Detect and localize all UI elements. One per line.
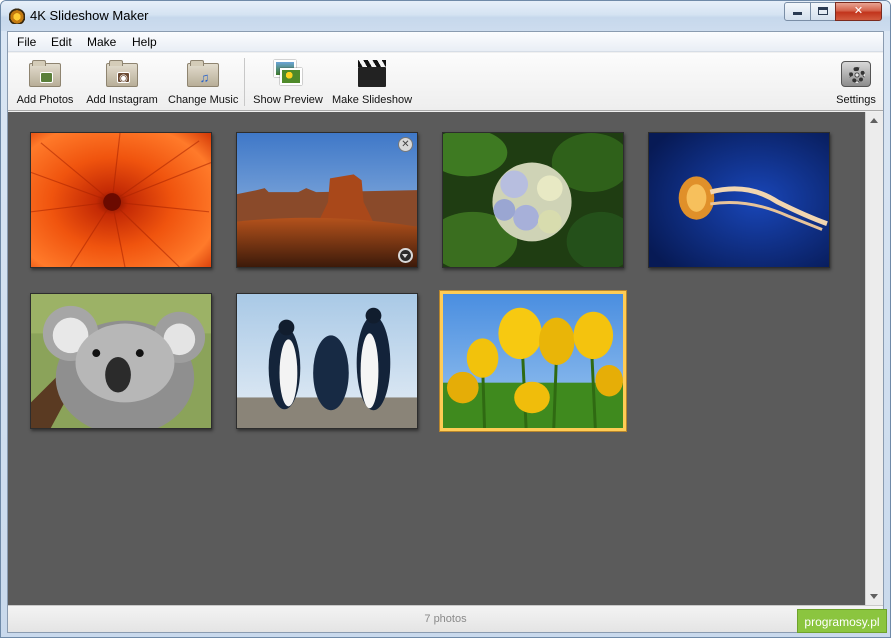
show-preview-label: Show Preview — [253, 94, 323, 106]
hydrangeas-image — [443, 133, 623, 267]
add-instagram-label: Add Instagram — [86, 94, 158, 106]
add-photos-label: Add Photos — [16, 94, 74, 106]
add-instagram-icon: ◉ — [106, 60, 138, 87]
toolbar-separator — [244, 58, 245, 106]
window-title: 4K Slideshow Maker — [30, 8, 149, 23]
chrysanthemum-image — [31, 133, 211, 267]
scroll-up-icon[interactable] — [870, 118, 878, 123]
menu-file[interactable]: File — [17, 35, 36, 49]
photo-thumbnail-penguins[interactable] — [236, 293, 418, 429]
close-window-button[interactable]: ✕ — [835, 2, 882, 21]
make-slideshow-label: Make Slideshow — [332, 94, 413, 106]
make-slideshow-button[interactable]: Make Slideshow — [332, 57, 412, 109]
music-note-icon: ♫ — [199, 70, 210, 85]
minimize-button[interactable] — [784, 2, 811, 21]
menu-help[interactable]: Help — [132, 35, 157, 49]
change-music-button[interactable]: ♫ Change Music — [168, 57, 238, 109]
photo-thumbnail-jellyfish[interactable] — [648, 132, 830, 268]
menu-bar: File Edit Make Help — [8, 32, 883, 52]
jellyfish-image — [649, 133, 829, 267]
photo-count: 7 photos — [424, 613, 467, 625]
photo-thumbnail-koala[interactable] — [30, 293, 212, 429]
photo-thumbnail-desert[interactable]: ✕ — [236, 132, 418, 268]
settings-button[interactable]: Settings — [834, 57, 878, 109]
maximize-icon — [818, 7, 828, 15]
gear-icon — [839, 59, 871, 87]
photo-badge-icon — [40, 72, 53, 83]
maximize-button[interactable] — [810, 2, 836, 21]
watermark-logo: programosy.pl — [797, 609, 887, 633]
toolbar: Add Photos ◉ Add Instagram ♫ Change Musi… — [8, 53, 883, 111]
menu-make[interactable]: Make — [87, 35, 116, 49]
minimize-icon — [793, 12, 802, 15]
instagram-badge-icon: ◉ — [117, 72, 130, 84]
photo-thumbnail-tulips[interactable] — [440, 291, 626, 431]
app-window: 4K Slideshow Maker ✕ File Edit Make Help… — [0, 0, 891, 638]
remove-photo-button[interactable]: ✕ — [398, 137, 413, 152]
client-area: File Edit Make Help Add Photos ◉ Add Ins… — [7, 31, 884, 633]
add-instagram-button[interactable]: ◉ Add Instagram — [84, 57, 160, 109]
penguins-image — [237, 294, 417, 428]
vertical-scrollbar[interactable] — [865, 112, 883, 605]
app-logo-icon — [9, 8, 25, 24]
show-preview-icon — [272, 59, 304, 87]
status-bar: 7 photos — [8, 605, 883, 632]
clapperboard-icon — [356, 59, 388, 87]
scroll-down-icon[interactable] — [870, 594, 878, 599]
add-photos-button[interactable]: Add Photos — [14, 57, 76, 109]
photo-thumbnail-chrysanthemum[interactable] — [30, 132, 212, 268]
photo-grid[interactable]: ✕ — [8, 112, 865, 605]
add-photos-icon — [29, 60, 61, 87]
settings-label: Settings — [836, 94, 876, 106]
tulips-image — [443, 294, 623, 428]
koala-image — [31, 294, 211, 428]
change-music-icon: ♫ — [187, 60, 219, 87]
change-music-label: Change Music — [168, 94, 239, 106]
menu-edit[interactable]: Edit — [51, 35, 72, 49]
show-preview-button[interactable]: Show Preview — [252, 57, 324, 109]
title-bar[interactable]: 4K Slideshow Maker ✕ — [1, 1, 890, 31]
desert-image — [237, 133, 417, 267]
photo-thumbnail-hydrangeas[interactable] — [442, 132, 624, 268]
photo-options-button[interactable] — [398, 248, 413, 263]
close-icon: ✕ — [853, 5, 864, 17]
